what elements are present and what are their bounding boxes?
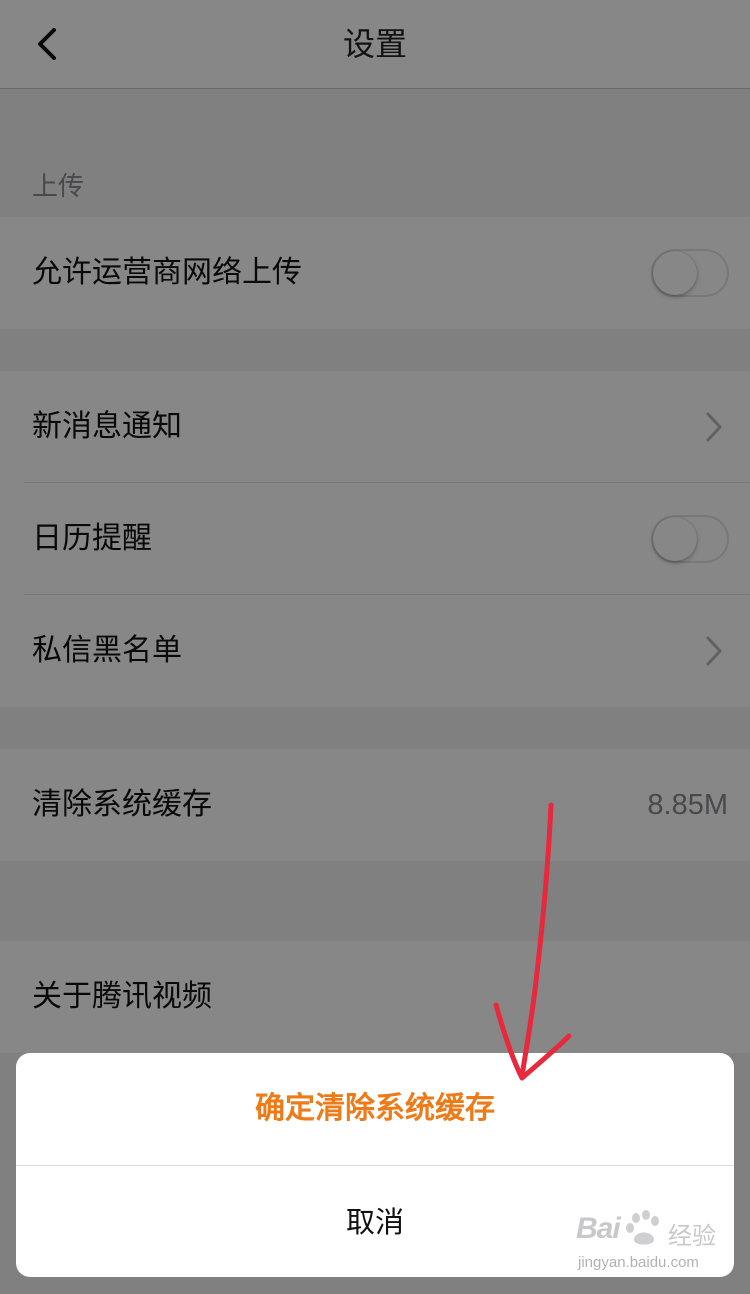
confirm-clear-cache-button[interactable]: 确定清除系统缓存 (16, 1053, 734, 1165)
action-sheet: 确定清除系统缓存 取消 (16, 1053, 734, 1277)
cancel-button[interactable]: 取消 (16, 1166, 734, 1277)
